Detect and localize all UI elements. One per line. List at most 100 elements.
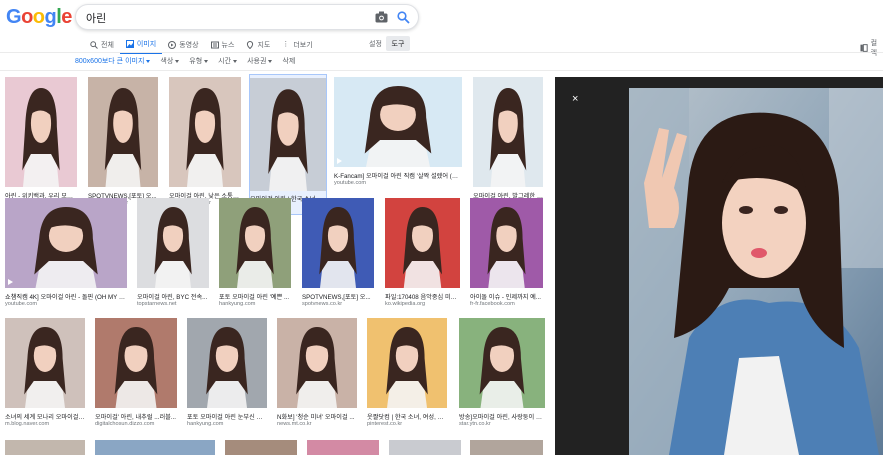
result-thumbnail[interactable] [5,198,127,288]
result-thumbnail[interactable] [250,78,326,191]
search-input[interactable] [86,9,366,26]
result-thumbnail[interactable] [334,77,462,167]
chevron-down-icon [146,59,151,63]
bookmark-icon [860,44,868,52]
collections-label: 컬렉 [870,40,878,57]
filter-label: 사용권 [247,58,267,65]
search-icon [90,41,98,49]
result-caption[interactable]: 방송]오마이걸 아린, 사랑둥이 막... [459,412,545,421]
google-logo[interactable]: Google [6,6,72,29]
result-thumbnail[interactable] [277,318,357,408]
tools-button[interactable]: 도구 [386,36,410,51]
result-thumbnail[interactable] [470,198,543,288]
result-caption[interactable]: SPOTVNEWS,[포토] 오... [302,292,374,301]
filter-clear[interactable]: 삭제 [282,56,295,66]
result-caption[interactable]: N화보] '청순 미녀' 오마이걸 ... [277,412,357,421]
result-thumbnail[interactable] [137,198,209,288]
image-result[interactable]: 오마이걸 아린, 발그레한 두...edaily.co.kr [473,77,543,213]
result-source: m.blog.naver.com [5,421,50,427]
result-source: fr-fr.facebook.com [470,301,515,307]
image-result[interactable]: N화보] '청순 미녀' 오마이걸 ... news.mt.co.kr [277,318,357,434]
chevron-down-icon [175,59,180,63]
result-source: ko.wikipedia.org [385,301,426,307]
image-result[interactable]: 포토 오마이걸 아린 '예쁜 ... hankyung.com [219,198,291,314]
result-source: youtube.com [5,301,38,307]
image-result[interactable]: 웃짤닷컴 | 한국 소녀, 여성, 아... pinterest.co.kr [367,318,447,434]
filter-time[interactable]: 시간 [218,56,238,66]
result-caption[interactable]: 오마이걸 아린, BYC 전속... [137,292,209,301]
news-icon [210,41,219,49]
result-caption[interactable]: 포토 오마이걸 아린 '예쁜 ... [219,292,291,301]
google-image-search-page: Google 전체 이미지 동영상 뉴스 [0,0,883,455]
result-caption[interactable]: 포토 오마이걸 아린 눈부신 미... [187,412,267,421]
image-result[interactable]: 오마이걸 아린, BYC 전속... topstarnews.net [137,198,209,314]
settings-link[interactable]: 설정 [369,39,382,49]
result-thumbnail[interactable] [169,77,241,187]
filter-license[interactable]: 사용권 [247,56,273,66]
result-caption[interactable]: 쇼챔직캠 4K] 오마이걸 아린 - 돌핀 (OH MY GI... [5,292,127,301]
filter-divider [0,70,883,71]
result-caption[interactable]: 소녀의 세계 모나리 오마이걸 ... [5,412,85,421]
search-icon[interactable] [397,11,410,24]
image-result[interactable] [95,440,215,455]
result-source: news.mt.co.kr [277,421,312,427]
image-result[interactable]: SPOTVNEWS,[포토] 오...spotvnews.co.kr [302,198,374,314]
result-source: pinterest.co.kr [367,421,403,427]
camera-icon[interactable] [375,11,388,23]
image-result[interactable]: 소녀의 세계 모나리 오마이걸 ... m.blog.naver.com [5,318,85,434]
play-icon [337,158,342,164]
filter-label: 유형 [189,58,203,65]
collections-link[interactable]: 컬렉 [860,38,883,58]
image-result[interactable] [470,440,543,455]
result-thumbnail[interactable] [88,77,158,187]
result-thumbnail[interactable] [95,318,177,408]
tab-label: 동영상 [179,42,199,49]
filter-label: 시간 [218,58,232,65]
result-caption[interactable]: 아이돌 이슈 - 인제까지 예... [470,292,543,301]
result-caption[interactable]: 오마이걸' 아린, 내추럴 ...러블... [95,412,177,421]
image-result[interactable]: SPOTVNEWS,[포토] 오...spotvnews.co.kr [88,77,158,213]
result-source: youtube.com [334,180,367,186]
tab-label: 뉴스 [221,42,235,49]
image-result[interactable]: 오마이걸 아린, 낮은 소통지...futurekorea.co.kr [169,77,241,213]
result-thumbnail[interactable] [302,198,374,288]
image-result[interactable]: 오마이걸' 아린, 내추럴 ...러블... digitalchosun.dizz… [95,318,177,434]
result-thumbnail[interactable] [385,198,460,288]
filter-type[interactable]: 유형 [189,56,209,66]
more-icon: ⋮ [282,41,290,48]
chevron-down-icon [268,59,273,63]
filter-color[interactable]: 색상 [160,56,180,66]
image-result[interactable]: 아이돌 이슈 - 인제까지 예... fr-fr.facebook.com [470,198,543,314]
close-icon[interactable]: × [572,93,578,105]
preview-photo [629,88,883,455]
search-box[interactable] [75,4,419,30]
image-result[interactable]: 오마이걸 아린 | 한국 소녀, ...pinterest.co.kr [249,74,327,215]
map-pin-icon [247,41,254,49]
result-caption[interactable]: K-Fancam] 오마이걸 아린 직캠 '살짝 설렜어 (No... [334,171,462,180]
image-result[interactable] [389,440,461,455]
result-thumbnail[interactable] [187,318,267,408]
image-result[interactable]: 아린 - 위키백과, 우리 모두...ko.wikipedia.org [5,77,77,213]
image-result[interactable]: 방송]오마이걸 아린, 사랑둥이 막... star.ytn.co.kr [459,318,545,434]
result-thumbnail[interactable] [367,318,447,408]
image-result[interactable] [5,440,85,455]
image-result[interactable]: 포토 오마이걸 아린 눈부신 미... hankyung.com [187,318,267,434]
play-icon [8,279,13,285]
result-thumbnail[interactable] [219,198,291,288]
result-thumbnail[interactable] [5,318,85,408]
result-source: hankyung.com [187,421,224,427]
preview-image[interactable] [629,88,883,455]
image-result[interactable] [307,440,379,455]
chevron-down-icon [204,59,209,63]
result-caption[interactable]: 파일:170408 음악중심 미니... [385,292,460,301]
image-result[interactable]: 쇼챔직캠 4K] 오마이걸 아린 - 돌핀 (OH MY GI... youtub… [5,198,127,314]
image-result[interactable]: K-Fancam] 오마이걸 아린 직캠 '살짝 설렜어 (No... youtu… [334,77,462,193]
image-result[interactable]: 파일:170408 음악중심 미니... ko.wikipedia.org [385,198,460,314]
result-thumbnail[interactable] [473,77,543,187]
image-icon [125,40,134,48]
result-thumbnail[interactable] [459,318,545,408]
filter-size[interactable]: 800x600보다 큰 이미지 [75,56,151,66]
image-result[interactable] [225,440,297,455]
result-thumbnail[interactable] [5,77,77,187]
result-caption[interactable]: 웃짤닷컴 | 한국 소녀, 여성, 아... [367,412,447,421]
